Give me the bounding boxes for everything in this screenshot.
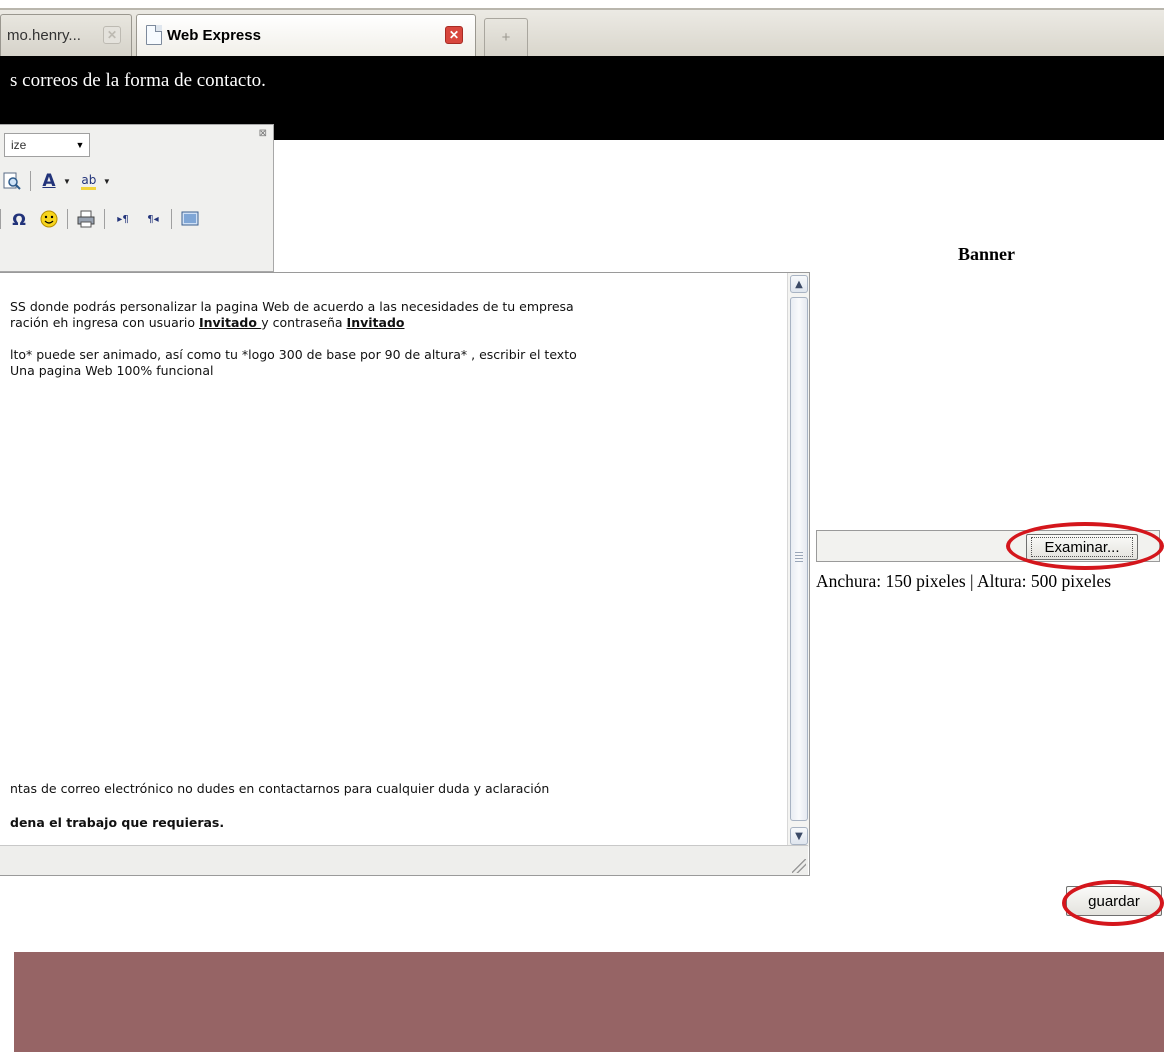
scrollbar-thumb[interactable] [790, 297, 808, 821]
chevron-down-icon: ▼ [75, 140, 85, 150]
special-char-icon[interactable]: Ω [7, 207, 31, 231]
editor-content[interactable]: SS donde podrás personalizar la pagina W… [0, 273, 786, 847]
toolbar-separator [171, 209, 172, 229]
editor-line: SS donde podrás personalizar la pagina W… [10, 299, 574, 314]
print-icon[interactable] [74, 207, 98, 231]
password-text: Invitado [346, 315, 405, 330]
editor-line: Una pagina Web 100% funcional [10, 363, 214, 378]
ltr-glyph: ▸¶ [117, 213, 129, 225]
toolbar-row-2: Ω ▸¶ ¶◂ [0, 205, 202, 233]
find-replace-icon[interactable] [0, 169, 24, 193]
chevron-down-icon[interactable]: ▼ [63, 177, 71, 186]
browse-button[interactable]: Examinar... [1026, 534, 1138, 560]
editor-line: ntas de correo electrónico no dudes en c… [10, 781, 550, 796]
omega-glyph: Ω [12, 209, 26, 229]
editor-text: y contraseña [261, 315, 347, 330]
font-size-select[interactable]: ize ▼ [4, 133, 90, 157]
editor-scrollbar[interactable]: ▲ ▼ [787, 273, 809, 847]
plus-icon: + [501, 29, 511, 46]
chevron-down-icon[interactable]: ▼ [103, 177, 111, 186]
tab-web-express[interactable]: Web Express ✕ [136, 14, 476, 56]
save-button[interactable]: guardar [1066, 886, 1162, 916]
scroll-up-icon[interactable]: ▲ [790, 275, 808, 293]
new-tab-button[interactable]: + [484, 18, 528, 56]
close-toolbar-icon[interactable]: ⊠ [259, 128, 267, 139]
font-color-icon[interactable]: A [37, 169, 61, 193]
font-size-value: ize [11, 138, 27, 152]
fullscreen-icon[interactable] [178, 207, 202, 231]
editor-toolbar: ⊠ ize ▼ A ▼ ab ▼ Ω ▸¶ ¶◂ [0, 124, 274, 272]
editor-statusbar [0, 845, 808, 875]
browser-tab-strip: mo.henry... ✕ Web Express ✕ + [0, 0, 1164, 56]
close-tab-icon[interactable]: ✕ [445, 26, 463, 44]
editor-line: ración eh ingresa con usuario Invitado y… [10, 315, 786, 331]
banner-title: Banner [958, 244, 1016, 264]
toolbar-separator [0, 209, 1, 229]
tab-label: mo.henry... [7, 27, 81, 44]
toolbar-row-1: A ▼ ab ▼ [0, 167, 111, 195]
banner-size-hint: Anchura: 150 pixeles | Altura: 500 pixel… [816, 571, 1112, 591]
rtl-icon[interactable]: ¶◂ [141, 207, 165, 231]
page-icon [146, 25, 162, 45]
rich-text-editor[interactable]: SS donde podrás personalizar la pagina W… [0, 272, 810, 876]
header-text: s correos de la forma de contacto. [10, 70, 266, 91]
close-tab-icon[interactable]: ✕ [103, 26, 121, 44]
highlight-color-icon[interactable]: ab [77, 169, 101, 193]
smiley-icon[interactable] [37, 207, 61, 231]
highlight-glyph: ab [81, 173, 97, 190]
scroll-down-icon[interactable]: ▼ [790, 827, 808, 845]
rtl-glyph: ¶◂ [147, 213, 159, 225]
resize-grip-icon[interactable] [792, 859, 806, 873]
editor-line: dena el trabajo que requieras. [10, 815, 225, 830]
scrollbar-grip-icon [795, 552, 803, 562]
toolbar-separator [30, 171, 31, 191]
username-text: Invitado [198, 315, 262, 330]
editor-text: ración eh ingresa con usuario [10, 315, 199, 330]
tab-inactive[interactable]: mo.henry... ✕ [0, 14, 132, 56]
font-color-glyph: A [42, 171, 56, 191]
ltr-icon[interactable]: ▸¶ [111, 207, 135, 231]
toolbar-separator [67, 209, 68, 229]
toolbar-separator [104, 209, 105, 229]
page-footer [14, 952, 1164, 1052]
editor-line: lto* puede ser animado, así como tu *log… [10, 347, 577, 362]
browse-button-label: Examinar... [1031, 537, 1133, 557]
